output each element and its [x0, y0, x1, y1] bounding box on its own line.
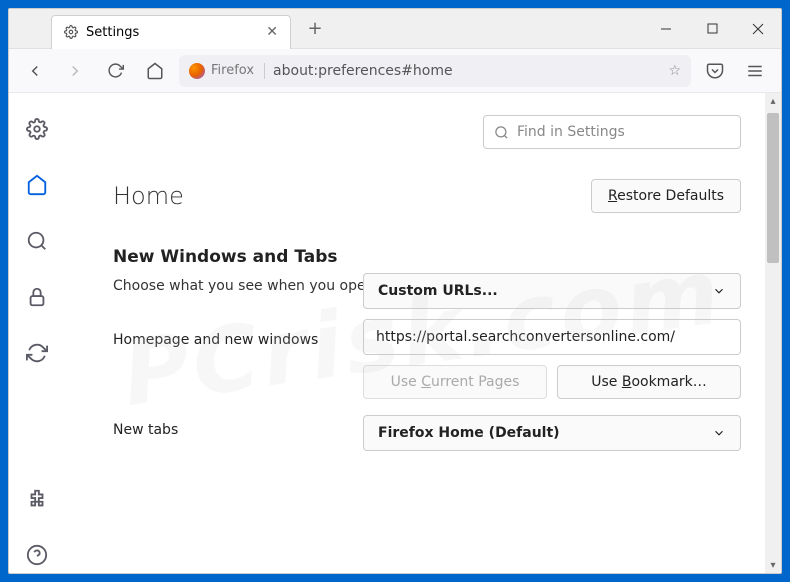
homepage-select[interactable]: Custom URLs... — [363, 273, 741, 309]
chevron-down-icon — [712, 426, 726, 440]
url-bar[interactable]: Firefox about:preferences#home ☆ — [179, 55, 691, 87]
sidebar-item-privacy[interactable] — [19, 279, 55, 315]
scroll-thumb[interactable] — [767, 113, 779, 263]
firefox-icon — [189, 63, 205, 79]
title-row: Home Restore Defaults — [113, 179, 741, 213]
titlebar: Settings ✕ + — [9, 9, 781, 49]
content-area: PCrisk.com Find in Settings Home Restore… — [9, 93, 781, 573]
maximize-button[interactable] — [689, 9, 735, 49]
restore-defaults-button[interactable]: Restore Defaults — [591, 179, 741, 213]
sidebar-item-sync[interactable] — [19, 335, 55, 371]
newtabs-select-value: Firefox Home (Default) — [378, 425, 560, 441]
sidebar-item-extensions[interactable] — [19, 481, 55, 517]
toolbar: Firefox about:preferences#home ☆ — [9, 49, 781, 93]
gear-icon — [64, 25, 78, 39]
sidebar-item-home[interactable] — [19, 167, 55, 203]
scrollbar[interactable]: ▴ ▾ — [765, 93, 781, 573]
tab-close-icon[interactable]: ✕ — [266, 24, 278, 40]
tab-title: Settings — [86, 25, 139, 40]
close-button[interactable] — [735, 9, 781, 49]
new-tab-button[interactable]: + — [301, 18, 329, 39]
newtabs-row: New tabs Firefox Home (Default) — [113, 415, 741, 451]
tab-settings[interactable]: Settings ✕ — [51, 15, 291, 49]
window-controls — [643, 9, 781, 49]
search-row: Find in Settings — [113, 115, 741, 149]
scroll-up-icon[interactable]: ▴ — [765, 93, 781, 109]
minimize-button[interactable] — [643, 9, 689, 49]
menu-button[interactable] — [739, 55, 771, 87]
use-bookmark-button[interactable]: Use Bookmark… — [557, 365, 741, 399]
sidebar-item-search[interactable] — [19, 223, 55, 259]
identity-label: Firefox — [211, 63, 254, 78]
homepage-row: Homepage and new windows Custom URLs... … — [113, 325, 741, 399]
chevron-down-icon — [712, 284, 726, 298]
identity-box[interactable]: Firefox — [189, 63, 265, 79]
search-placeholder: Find in Settings — [517, 124, 625, 140]
browser-window: Settings ✕ + Firefox about:preferences#h… — [8, 8, 782, 574]
reload-button[interactable] — [99, 55, 131, 87]
scroll-down-icon[interactable]: ▾ — [765, 557, 781, 573]
use-current-pages-button[interactable]: Use Current Pages — [363, 365, 547, 399]
sidebar-item-general[interactable] — [19, 111, 55, 147]
newtabs-label: New tabs — [113, 415, 343, 438]
homepage-url-input[interactable] — [363, 319, 741, 355]
homepage-select-value: Custom URLs... — [378, 283, 498, 299]
sidebar-item-help[interactable] — [19, 537, 55, 573]
forward-button[interactable] — [59, 55, 91, 87]
back-button[interactable] — [19, 55, 51, 87]
section-heading: New Windows and Tabs — [113, 247, 741, 267]
settings-main: PCrisk.com Find in Settings Home Restore… — [65, 93, 781, 573]
settings-search-input[interactable]: Find in Settings — [483, 115, 741, 149]
home-button[interactable] — [139, 55, 171, 87]
settings-sidebar — [9, 93, 65, 573]
homepage-label: Homepage and new windows — [113, 325, 343, 348]
bookmark-star-icon[interactable]: ☆ — [668, 63, 681, 79]
page-title: Home — [113, 182, 184, 210]
search-icon — [494, 125, 509, 140]
pocket-button[interactable] — [699, 55, 731, 87]
newtabs-select[interactable]: Firefox Home (Default) — [363, 415, 741, 451]
url-text: about:preferences#home — [273, 63, 453, 79]
